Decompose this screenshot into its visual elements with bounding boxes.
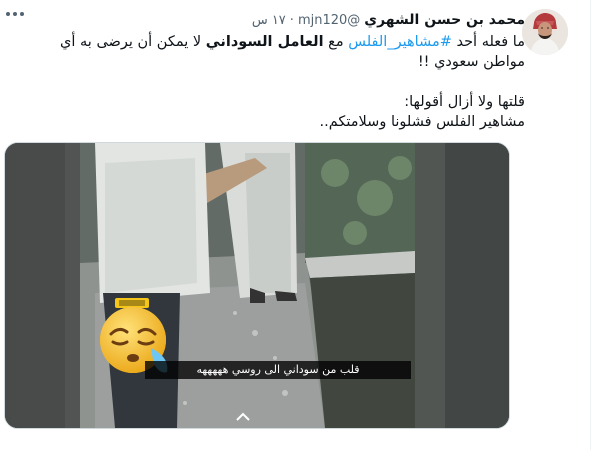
more-dot-icon (20, 12, 24, 16)
tweet-text-line2: قلتها ولا أزال أقولها: (404, 94, 525, 110)
avatar[interactable] (522, 9, 568, 55)
bold-phrase: العامل السوداني (205, 34, 324, 50)
text-fragment: ما فعله أحد (451, 34, 525, 50)
separator-dot: · (289, 12, 294, 28)
tweet-text-line3: مشاهير الفلس فشلونا وسلامتكم.. (319, 114, 525, 130)
tweet-header: محمد بن حسن الشهري @mjn120 · ١٧ س (252, 10, 525, 30)
author-handle[interactable]: @mjn120 (298, 13, 360, 28)
hashtag-link[interactable]: #مشاهير_الفلس (348, 34, 452, 50)
video-frame (5, 143, 509, 428)
tweet-text-line1: ما فعله أحد #مشاهير_الفلس مع العامل السو… (25, 32, 525, 72)
more-dot-icon (13, 12, 17, 16)
video-caption: قلب من سوداني الى روسي هههههه (145, 361, 411, 379)
avatar-image (522, 9, 568, 55)
text-fragment: مع (323, 34, 349, 50)
more-dot-icon (6, 12, 10, 16)
tweet-text: ما فعله أحد #مشاهير_الفلس مع العامل السو… (25, 32, 525, 132)
video-media[interactable]: قلب من سوداني الى روسي هههههه (4, 142, 510, 429)
more-options-icon[interactable] (6, 7, 28, 21)
author-name[interactable]: محمد بن حسن الشهري (364, 12, 525, 28)
chevron-up-icon[interactable] (235, 407, 251, 421)
tweet[interactable]: محمد بن حسن الشهري @mjn120 · ١٧ س ما فعل… (0, 0, 591, 450)
tweet-timestamp[interactable]: ١٧ س (252, 13, 286, 28)
tweet-actions-row (0, 440, 510, 450)
